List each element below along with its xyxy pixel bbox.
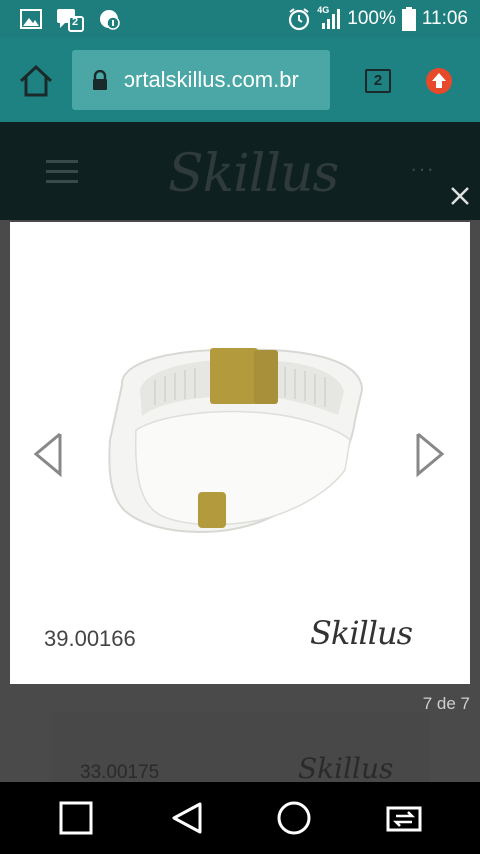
switch-app-button[interactable] (384, 800, 424, 836)
app-update-icon (98, 8, 120, 30)
alarm-icon (287, 7, 311, 31)
lock-icon (92, 69, 108, 90)
notification-badge: 2 (72, 16, 79, 28)
navigation-bar (0, 782, 480, 854)
image-counter: 7 de 7 (422, 694, 470, 713)
next-arrow-icon[interactable] (414, 430, 448, 478)
image-lightbox: 39.00166 Skillus (10, 222, 470, 684)
product-logo: Skillus (310, 614, 413, 652)
notification-icons: 2 (20, 7, 120, 32)
network-type: 4G (317, 5, 330, 15)
browser-toolbar: ɔrtalskillus.com.br 2 (0, 38, 480, 122)
battery-icon (401, 7, 416, 31)
system-status: 4G 100% 11:06 (287, 5, 468, 32)
product-image (108, 348, 364, 534)
product-code: 39.00166 (44, 626, 136, 651)
address-bar[interactable]: ɔrtalskillus.com.br (72, 50, 330, 110)
image-icon (20, 8, 42, 30)
url-text: ɔrtalskillus.com.br (124, 67, 299, 92)
site-logo: Skillus (168, 144, 339, 204)
battery-percent: 100% (347, 8, 396, 29)
close-icon (451, 187, 469, 205)
background-product-code: 33.00175 (80, 762, 160, 782)
tabs-button[interactable]: 2 (365, 69, 391, 93)
clock: 11:06 (421, 8, 468, 29)
close-button[interactable] (448, 184, 472, 208)
previous-arrow-icon[interactable] (30, 430, 64, 478)
update-button[interactable] (426, 68, 452, 94)
signal-icon: 4G (317, 5, 341, 31)
status-bar: 2 4G 100% 11:06 (0, 0, 480, 38)
home-icon (19, 64, 53, 97)
background-product-logo: Skillus (298, 752, 394, 782)
site-header: Skillus ··· (0, 122, 480, 220)
update-icon (432, 73, 446, 88)
recent-apps-button[interactable] (58, 800, 94, 836)
back-button[interactable] (168, 800, 204, 836)
home-nav-button[interactable] (276, 800, 312, 836)
menu-icon[interactable] (46, 160, 78, 184)
home-button[interactable] (18, 64, 54, 98)
messages-icon: 2 (56, 8, 84, 32)
page-content: Skillus ··· 33.00175 Skillus 39.00166 Sk… (0, 122, 480, 782)
more-icon[interactable]: ··· (410, 156, 435, 182)
